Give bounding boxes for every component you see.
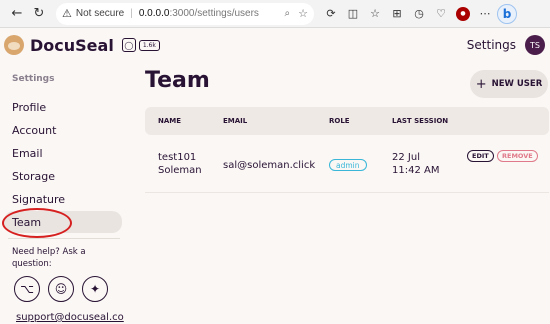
remove-button[interactable]: REMOVE <box>497 150 538 162</box>
github-badge[interactable]: ◯ 1.6k <box>121 38 160 52</box>
sidebar-item-storage[interactable]: Storage <box>4 165 122 187</box>
new-user-button[interactable]: + NEW USER <box>470 70 548 98</box>
history-icon[interactable]: ◷ <box>408 3 430 25</box>
split-screen-icon[interactable]: ◫ <box>342 3 364 25</box>
app-header: DocuSeal ◯ 1.6k Settings TS <box>0 28 550 62</box>
user-email: sal@soleman.click <box>223 160 316 171</box>
settings-sidebar: Settings Profile Account Email Storage S… <box>0 62 130 324</box>
table-header: NAME EMAIL ROLE LAST SESSION <box>145 107 549 135</box>
url-path: :3000/settings/users <box>169 8 259 19</box>
sidebar-item-account[interactable]: Account <box>4 119 122 141</box>
security-label: Not secure <box>75 8 125 19</box>
favorite-star-icon[interactable]: ☆ <box>298 7 308 20</box>
extension-icon[interactable]: ⟳ <box>320 3 342 25</box>
twitter-icon[interactable]: ✦ <box>82 276 108 302</box>
read-aloud-icon[interactable]: ⌕ <box>285 8 291 19</box>
browser-toolbar: ← ↻ ⚠ Not secure | 0.0.0.0 :3000/setting… <box>0 0 550 28</box>
last-session-date: 22 Jul <box>392 152 420 163</box>
user-name-first: test101 <box>158 152 197 163</box>
refresh-icon[interactable]: ↻ <box>28 3 50 25</box>
browser-essentials-icon[interactable]: ♡ <box>430 3 452 25</box>
github-social-icon[interactable]: ⌥ <box>14 276 40 302</box>
sidebar-divider <box>8 238 120 239</box>
discord-icon[interactable]: ☺ <box>48 276 74 302</box>
bing-icon[interactable]: b <box>496 3 518 25</box>
brand-name[interactable]: DocuSeal <box>30 36 114 55</box>
role-badge: admin <box>329 159 367 171</box>
last-session-time: 11:42 AM <box>392 165 440 176</box>
url-divider: | <box>130 8 133 19</box>
table-row: test101 Soleman sal@soleman.click admin … <box>145 135 549 193</box>
extension-red-icon[interactable]: ● <box>452 3 474 25</box>
sidebar-item-profile[interactable]: Profile <box>4 96 122 118</box>
last-session: 22 Jul 11:42 AM <box>392 151 439 177</box>
user-name: test101 Soleman <box>158 151 202 177</box>
docuseal-logo-icon[interactable] <box>4 35 24 55</box>
avatar[interactable]: TS <box>525 35 545 55</box>
sidebar-item-signature[interactable]: Signature <box>4 188 122 210</box>
page-title: Team <box>145 68 210 93</box>
collections-icon[interactable]: ⊞ <box>386 3 408 25</box>
support-email-link[interactable]: support@docuseal.co <box>16 312 124 323</box>
column-header-email: EMAIL <box>223 117 248 125</box>
back-icon[interactable]: ← <box>6 3 28 25</box>
sidebar-item-email[interactable]: Email <box>4 142 122 164</box>
new-user-label: NEW USER <box>491 79 543 89</box>
github-icon: ◯ <box>121 38 136 52</box>
column-header-role: ROLE <box>329 117 350 125</box>
help-text: Need help? Ask a question: <box>12 247 86 269</box>
settings-link[interactable]: Settings <box>467 38 516 52</box>
address-bar[interactable]: ⚠ Not secure | 0.0.0.0 :3000/settings/us… <box>56 2 314 25</box>
plus-icon: + <box>475 76 487 92</box>
edit-button[interactable]: EDIT <box>467 150 494 162</box>
team-table: NAME EMAIL ROLE LAST SESSION test101 Sol… <box>145 107 549 193</box>
warning-icon: ⚠ <box>62 8 72 20</box>
user-name-last: Soleman <box>158 165 202 176</box>
sidebar-item-team[interactable]: Team <box>4 211 122 233</box>
github-star-count: 1.6k <box>138 39 160 51</box>
column-header-name: NAME <box>158 117 182 125</box>
more-icon[interactable]: ⋯ <box>474 3 496 25</box>
url-host: 0.0.0.0 <box>138 8 170 19</box>
sidebar-heading: Settings <box>12 74 55 84</box>
favorites-icon[interactable]: ☆ <box>364 3 386 25</box>
column-header-last-session: LAST SESSION <box>392 117 449 125</box>
